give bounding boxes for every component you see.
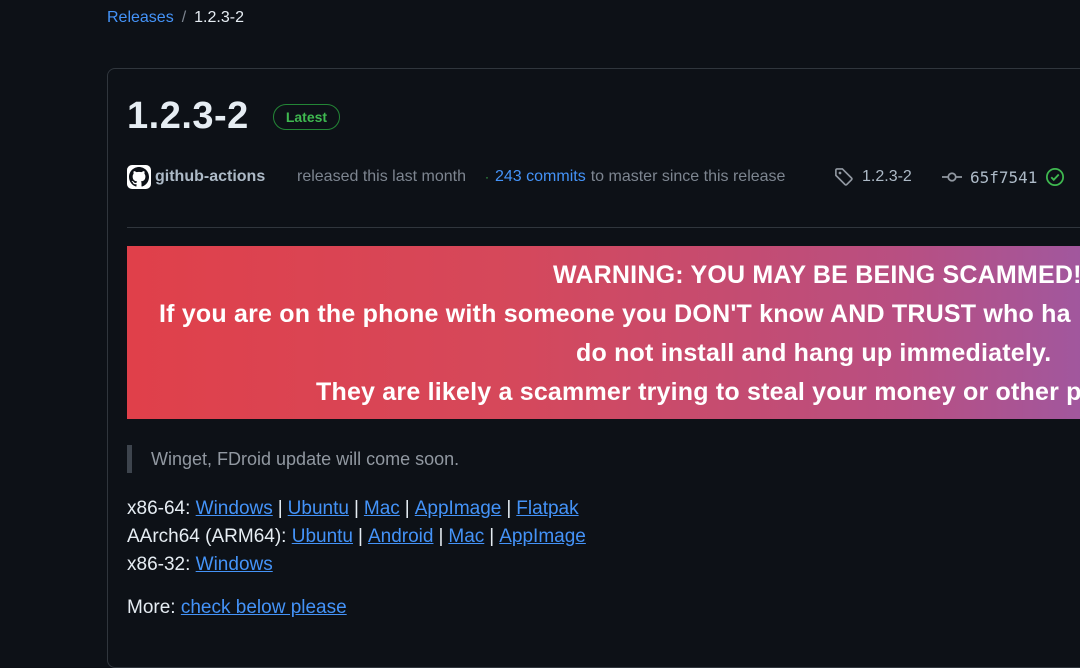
release-time: released this last month [297,168,466,185]
arch-label: x86-32: [127,554,191,575]
breadcrumb-current: 1.2.3-2 [194,9,244,26]
update-note-text: Winget, FDroid update will come soon. [151,448,460,469]
release-header: 1.2.3-2 Latest [127,95,341,138]
commit-link[interactable]: 65f7541 [942,165,1065,189]
verified-check-icon[interactable] [1045,167,1065,187]
download-aarch64-mac[interactable]: Mac [448,526,484,547]
update-note: Winget, FDroid update will come soon. [127,445,459,473]
download-x86-64-ubuntu[interactable]: Ubuntu [288,498,349,519]
breadcrumb: Releases / 1.2.3-2 [107,8,244,28]
download-x86-64-windows[interactable]: Windows [196,498,273,519]
warning-line-3: do not install and hang up immediately. [576,339,1052,367]
commits-count-link[interactable]: 243 commits [495,168,586,186]
git-commit-icon [942,172,962,182]
commit-hash: 65f7541 [970,167,1038,187]
download-row-aarch64: AArch64 (ARM64): Ubuntu | Android | Mac | AppI… [127,526,586,547]
release-meta: github-actions released this last month … [127,165,1080,189]
tag-link[interactable]: 1.2.3-2 [834,165,912,189]
download-x86-32-windows[interactable]: Windows [196,554,273,575]
check-below-link[interactable]: check below please [181,597,347,618]
latest-badge: Latest [272,103,341,130]
bullet-dot: · [485,170,489,184]
download-x86-64-flatpak[interactable]: Flatpak [516,498,578,519]
release-title[interactable]: 1.2.3-2 [127,95,249,138]
download-row-x86-64: x86-64: Windows | Ubuntu | Mac | AppImage | Flat… [127,498,579,519]
warning-line-4: They are likely a scammer trying to stea… [316,378,1080,406]
download-aarch64-appimage[interactable]: AppImage [499,526,586,547]
breadcrumb-releases-link[interactable]: Releases [107,9,174,27]
breadcrumb-separator: / [181,9,187,26]
release-card: 1.2.3-2 Latest github-actions released t… [107,68,1080,668]
download-aarch64-ubuntu[interactable]: Ubuntu [292,526,353,547]
github-logo-icon[interactable] [127,165,151,189]
tag-name: 1.2.3-2 [862,168,912,185]
divider [127,227,1080,228]
more-line: More: check below please [127,597,347,619]
download-x86-64-mac[interactable]: Mac [364,498,400,519]
download-links: x86-64: Windows | Ubuntu | Mac | AppImage | Flat… [127,495,586,579]
arch-label: AArch64 (ARM64): [127,526,287,547]
download-x86-64-appimage[interactable]: AppImage [415,498,502,519]
download-aarch64-android[interactable]: Android [368,526,434,547]
release-author[interactable]: github-actions [155,165,265,189]
warning-line-1: WARNING: YOU MAY BE BEING SCAMMED! [553,261,1080,289]
arch-label: x86-64: [127,498,191,519]
commits-suffix: to master since this release [590,168,786,185]
more-label: More: [127,597,176,618]
download-row-x86-32: x86-32: Windows [127,551,586,579]
tag-icon [835,168,853,186]
scam-warning-banner: WARNING: YOU MAY BE BEING SCAMMED! If yo… [127,246,1080,419]
commits-since-release: · 243 commits to master since this relea… [485,165,785,189]
warning-line-2: If you are on the phone with someone you… [159,300,1071,328]
